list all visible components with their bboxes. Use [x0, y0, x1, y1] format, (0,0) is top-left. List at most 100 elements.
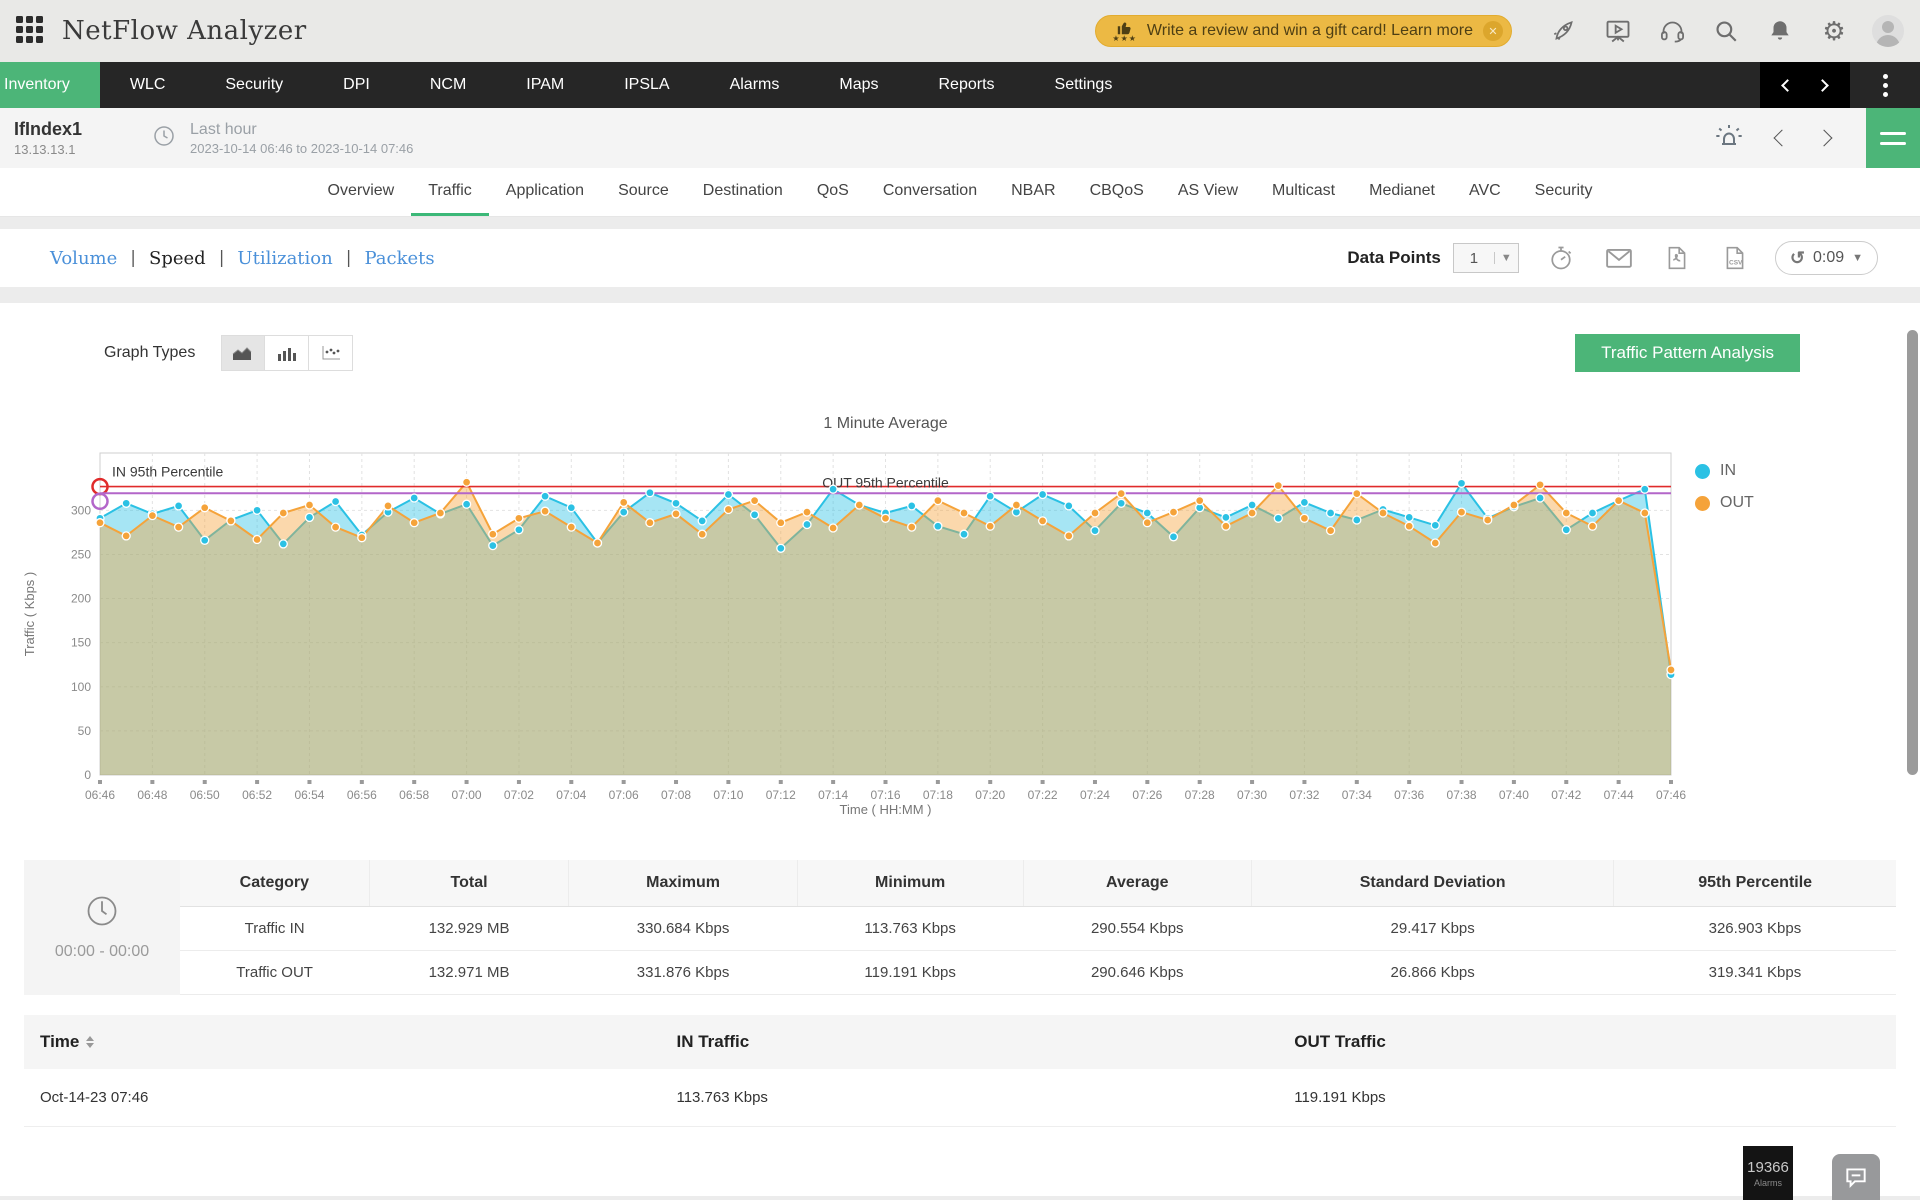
- summary-cell: 29.417 Kbps: [1252, 906, 1614, 950]
- nav-item-inventory[interactable]: Inventory: [0, 62, 100, 108]
- nav-item-ipam[interactable]: IPAM: [496, 62, 594, 108]
- chart-legend: IN OUT: [1695, 462, 1754, 526]
- csv-export-icon[interactable]: CSV: [1719, 242, 1751, 274]
- more-menu-dots-icon[interactable]: [1850, 62, 1920, 108]
- nav-item-ipsla[interactable]: IPSLA: [594, 62, 699, 108]
- svg-text:07:20: 07:20: [975, 788, 1005, 802]
- tab-destination[interactable]: Destination: [686, 168, 800, 216]
- tab-as-view[interactable]: AS View: [1161, 168, 1255, 216]
- legend-label: OUT: [1720, 494, 1754, 512]
- summary-row-traffic-in: Traffic IN132.929 MB330.684 Kbps113.763 …: [180, 906, 1896, 950]
- svg-text:50: 50: [78, 724, 92, 738]
- tab-multicast[interactable]: Multicast: [1255, 168, 1352, 216]
- legend-dot: [1695, 496, 1710, 511]
- summary-cell: Traffic OUT: [180, 950, 369, 994]
- tab-source[interactable]: Source: [601, 168, 686, 216]
- scrollbar-thumb[interactable]: [1907, 330, 1918, 775]
- nav-item-settings[interactable]: Settings: [1025, 62, 1143, 108]
- tab-application[interactable]: Application: [489, 168, 601, 216]
- view-link-packets[interactable]: Packets: [364, 248, 434, 269]
- area-chart-button[interactable]: [221, 335, 265, 371]
- summary-cell: 132.971 MB: [369, 950, 569, 994]
- tab-medianet[interactable]: Medianet: [1352, 168, 1452, 216]
- nav-item-wlc[interactable]: WLC: [100, 62, 196, 108]
- summary-col-total: Total: [369, 860, 569, 906]
- detail-table: TimeIN TrafficOUT Traffic Oct-14-23 07:4…: [24, 1015, 1896, 1128]
- svg-text:07:08: 07:08: [661, 788, 691, 802]
- search-icon[interactable]: [1710, 15, 1742, 47]
- user-avatar[interactable]: [1872, 15, 1904, 47]
- svg-text:06:48: 06:48: [137, 788, 167, 802]
- feedback-chat-icon[interactable]: [1832, 1154, 1880, 1200]
- nav-item-dpi[interactable]: DPI: [313, 62, 400, 108]
- legend-item-out[interactable]: OUT: [1695, 494, 1754, 512]
- sort-icon[interactable]: [86, 1036, 94, 1048]
- settings-gear-icon[interactable]: ⚙: [1818, 15, 1850, 47]
- app-title: NetFlow Analyzer: [62, 16, 307, 46]
- view-link-utilization[interactable]: Utilization: [237, 248, 332, 269]
- svg-text:07:14: 07:14: [818, 788, 848, 802]
- prev-chevron-icon[interactable]: [1774, 130, 1791, 147]
- tab-conversation[interactable]: Conversation: [866, 168, 994, 216]
- svg-text:06:58: 06:58: [399, 788, 429, 802]
- nav-item-ncm[interactable]: NCM: [400, 62, 496, 108]
- nav-item-maps[interactable]: Maps: [809, 62, 908, 108]
- traffic-chart: 1 Minute Average050100150200250300IN 95t…: [0, 410, 1920, 822]
- summary-col-category: Category: [180, 860, 369, 906]
- tab-overview[interactable]: Overview: [311, 168, 412, 216]
- nav-item-alarms[interactable]: Alarms: [700, 62, 810, 108]
- period-range: 2023-10-14 06:46 to 2023-10-14 07:46: [190, 141, 413, 156]
- summary-time-cell: 00:00 - 00:00: [24, 860, 180, 995]
- graph-types-label: Graph Types: [104, 344, 195, 362]
- bar-chart-button[interactable]: [265, 335, 309, 371]
- prev-chevron-icon[interactable]: [1781, 79, 1794, 92]
- view-link-volume[interactable]: Volume: [50, 248, 117, 269]
- summary-row-traffic-out: Traffic OUT132.971 MB331.876 Kbps119.191…: [180, 950, 1896, 994]
- svg-text:06:50: 06:50: [190, 788, 220, 802]
- tab-avc[interactable]: AVC: [1452, 168, 1518, 216]
- svg-text:06:52: 06:52: [242, 788, 272, 802]
- notification-bell-icon[interactable]: [1764, 15, 1796, 47]
- nav-item-security[interactable]: Security: [195, 62, 313, 108]
- support-headset-icon[interactable]: [1656, 15, 1688, 47]
- tab-security[interactable]: Security: [1518, 168, 1610, 216]
- nav-item-reports[interactable]: Reports: [908, 62, 1024, 108]
- detail-col-time[interactable]: Time: [24, 1015, 660, 1069]
- data-points-select[interactable]: 1 ▼: [1453, 243, 1519, 273]
- close-icon[interactable]: ✕: [1483, 21, 1503, 41]
- summary-cell: 326.903 Kbps: [1614, 906, 1896, 950]
- refresh-countdown[interactable]: ↺ 0:09 ▼: [1775, 241, 1878, 275]
- alarm-count-badge[interactable]: 19366 Alarms: [1743, 1146, 1793, 1200]
- email-icon[interactable]: [1603, 242, 1635, 274]
- refresh-icon: ↺: [1790, 248, 1805, 269]
- training-screen-icon[interactable]: [1602, 15, 1634, 47]
- summary-col-average: Average: [1023, 860, 1251, 906]
- pdf-export-icon[interactable]: [1661, 242, 1693, 274]
- review-banner[interactable]: ★★★ Write a review and win a gift card! …: [1095, 15, 1512, 47]
- time-period-selector[interactable]: Last hour 2023-10-14 06:46 to 2023-10-14…: [190, 121, 413, 156]
- view-link-speed[interactable]: Speed: [149, 248, 206, 269]
- summary-cell: 290.646 Kbps: [1023, 950, 1251, 994]
- tab-cbqos[interactable]: CBQoS: [1073, 168, 1161, 216]
- next-chevron-icon[interactable]: [1816, 79, 1829, 92]
- top-header: NetFlow Analyzer ★★★ Write a review and …: [0, 0, 1920, 62]
- interface-name: IfIndex1: [14, 119, 82, 140]
- detail-col-in-traffic: IN Traffic: [660, 1015, 1278, 1069]
- tab-qos[interactable]: QoS: [800, 168, 866, 216]
- legend-item-in[interactable]: IN: [1695, 462, 1754, 480]
- apps-grid-icon[interactable]: [16, 16, 46, 46]
- scatter-chart-button[interactable]: [309, 335, 353, 371]
- tab-nbar[interactable]: NBAR: [994, 168, 1072, 216]
- traffic-pattern-analysis-button[interactable]: Traffic Pattern Analysis: [1575, 334, 1800, 372]
- menu-hamburger-icon[interactable]: [1866, 108, 1920, 168]
- svg-text:07:22: 07:22: [1028, 788, 1058, 802]
- schedule-stopwatch-icon[interactable]: [1545, 242, 1577, 274]
- svg-text:OUT 95th Percentile: OUT 95th Percentile: [822, 474, 949, 490]
- detail-body: Oct-14-23 07:46113.763 Kbps119.191 Kbps: [24, 1069, 1896, 1127]
- svg-text:07:40: 07:40: [1499, 788, 1529, 802]
- summary-body: Traffic IN132.929 MB330.684 Kbps113.763 …: [180, 906, 1896, 994]
- rocket-icon[interactable]: [1548, 15, 1580, 47]
- tab-traffic[interactable]: Traffic: [411, 168, 489, 216]
- alarm-beacon-icon[interactable]: [1712, 120, 1746, 157]
- next-chevron-icon[interactable]: [1816, 130, 1833, 147]
